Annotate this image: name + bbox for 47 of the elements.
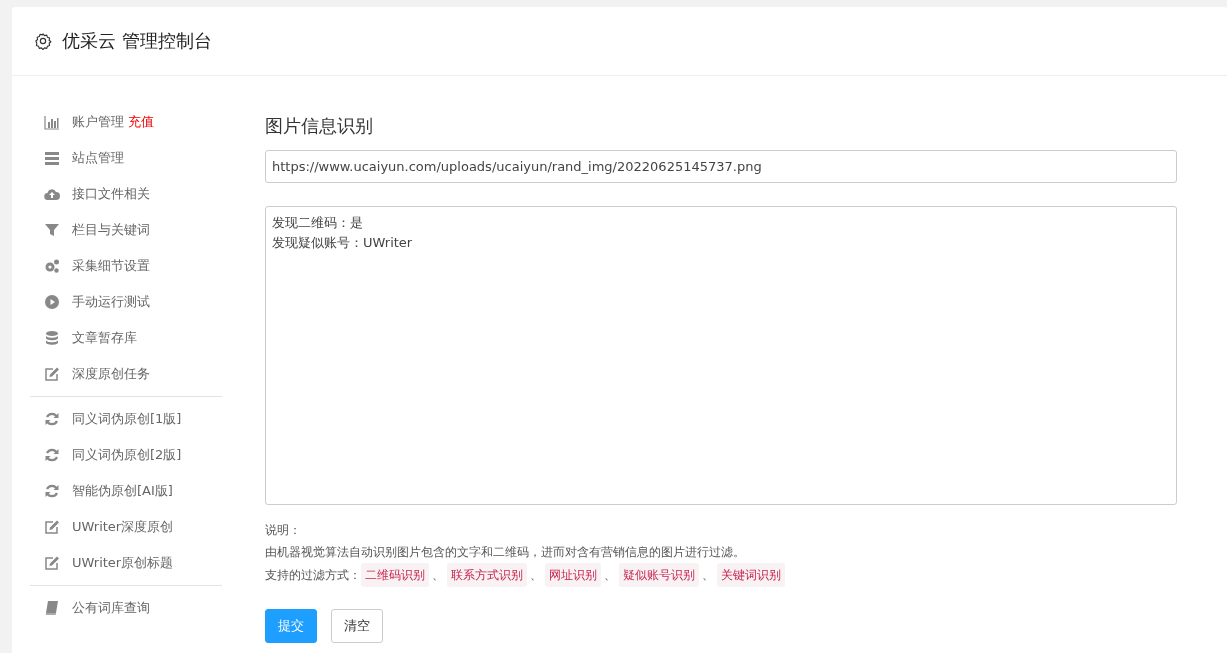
sidebar-item[interactable]: 手动运行测试 — [30, 284, 240, 320]
bar-chart-icon — [44, 114, 60, 130]
refresh-icon — [44, 447, 60, 463]
gears-icon — [44, 258, 60, 274]
server-icon — [44, 150, 60, 166]
sidebar-item[interactable]: 文章暂存库 — [30, 320, 240, 356]
sidebar-item[interactable]: 深度原创任务 — [30, 356, 240, 392]
method-code: 二维码识别 — [361, 563, 429, 587]
play-icon — [44, 294, 60, 310]
sidebar-item[interactable]: 智能伪原创[AI版] — [30, 473, 240, 509]
sidebar-item[interactable]: 站点管理 — [30, 140, 240, 176]
sidebar-item[interactable]: 同义词伪原创[2版] — [30, 437, 240, 473]
database-icon — [44, 330, 60, 346]
edit-icon — [44, 555, 60, 571]
sidebar-item[interactable]: 采集细节设置 — [30, 248, 240, 284]
method-code: 网址识别 — [545, 563, 601, 587]
section-heading: 图片信息识别 — [265, 114, 374, 138]
separator: 、 — [604, 567, 616, 584]
refresh-icon — [44, 411, 60, 427]
sidebar-item[interactable]: 账户管理 充值 — [30, 104, 240, 140]
url-input-field[interactable]: https://www.ucaiyun.com/uploads/ucaiyun/rand_img/20220625145737.png — [265, 150, 1177, 183]
refresh-icon — [44, 483, 60, 499]
sidebar-item[interactable]: 公有词库查询 — [30, 590, 240, 626]
separator: 、 — [530, 567, 542, 584]
notes-title: 说明： — [265, 522, 302, 539]
settings-icon — [34, 32, 52, 50]
page-title: 优采云 管理控制台 — [62, 29, 212, 53]
sidebar-item[interactable]: 栏目与关键词 — [30, 212, 240, 248]
sidebar-item[interactable]: 同义词伪原创[1版] — [30, 401, 240, 437]
sidebar-item[interactable]: UWriter原创标题 — [30, 545, 240, 581]
separator: 、 — [702, 567, 714, 584]
filter-icon — [44, 222, 60, 238]
methods-label: 支持的过滤方式： — [265, 567, 361, 584]
cloud-upload-icon — [44, 186, 60, 202]
edit-icon — [44, 519, 60, 535]
recharge-link[interactable]: 充值 — [128, 113, 154, 131]
clear-button[interactable]: 清空 — [331, 609, 383, 643]
separator: 、 — [432, 567, 444, 584]
method-code: 疑似账号识别 — [619, 563, 699, 587]
method-code: 联系方式识别 — [447, 563, 527, 587]
notes-description: 由机器视觉算法自动识别图片包含的文字和二维码，进而对含有营销信息的图片进行过滤。 — [265, 544, 746, 561]
sidebar-item[interactable]: UWriter深度原创 — [30, 509, 240, 545]
book-icon — [44, 600, 60, 616]
sidebar-item[interactable]: 接口文件相关 — [30, 176, 240, 212]
method-code: 关键词识别 — [717, 563, 785, 587]
edit-icon — [44, 366, 60, 382]
result-text-area[interactable]: 发现二维码：是 发现疑似账号：UWriter — [265, 206, 1177, 505]
